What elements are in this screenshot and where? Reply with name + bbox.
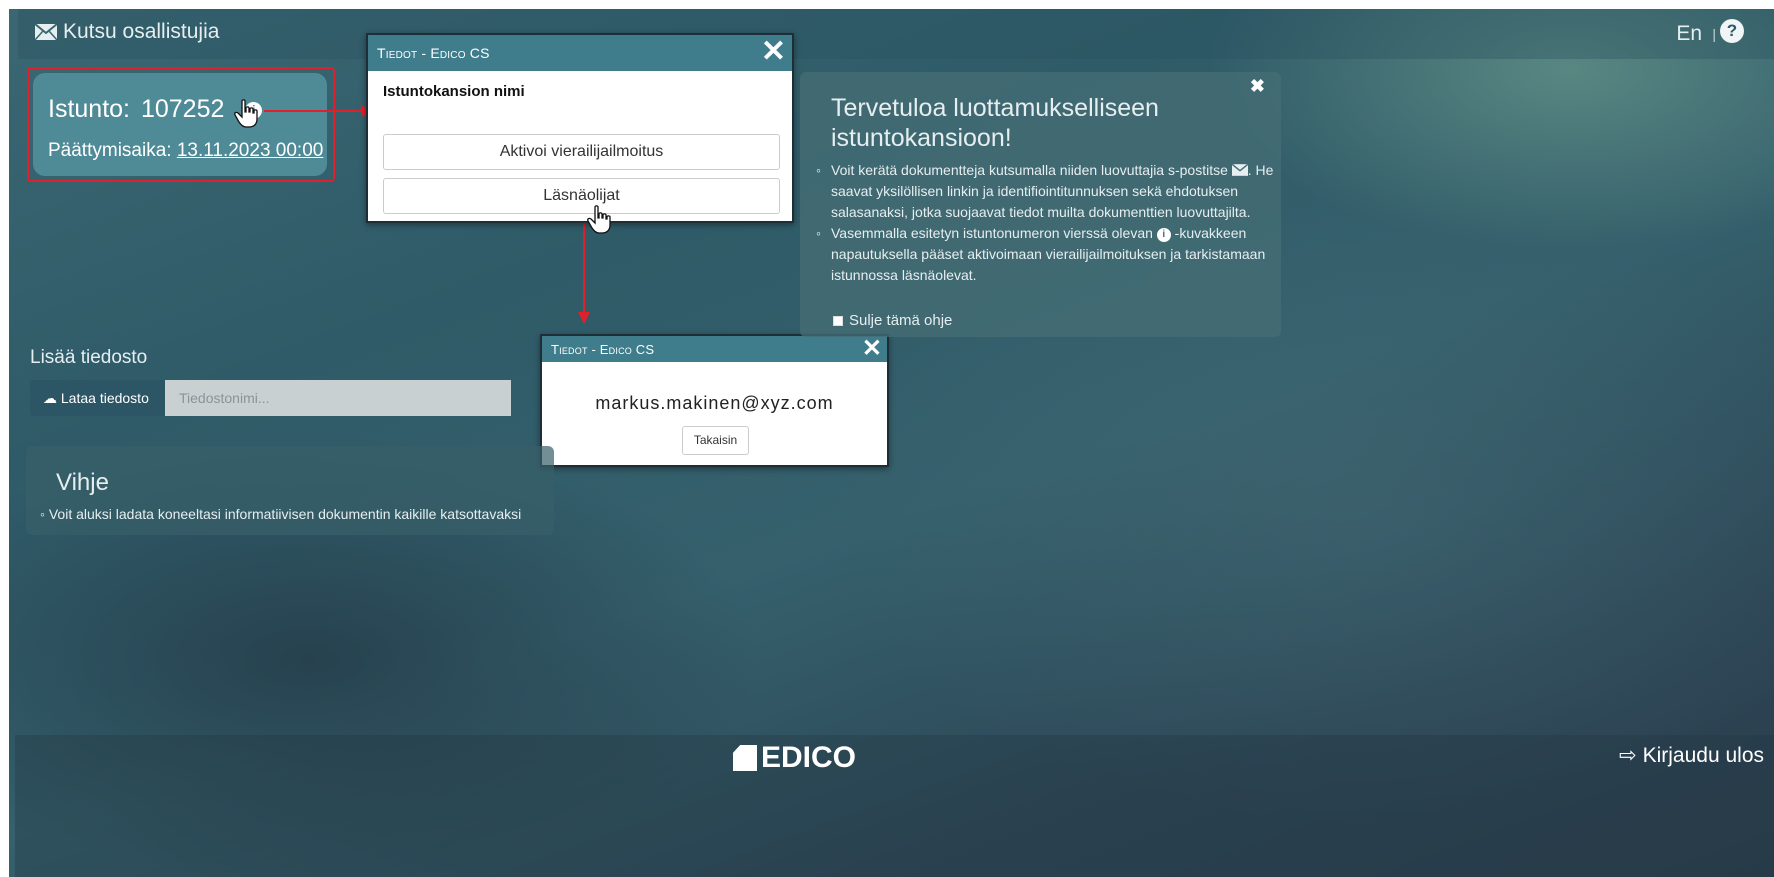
list-item: Vasemmalla esitetyn istuntonumeron viers… [816,223,1276,286]
language-switch[interactable]: En [1676,22,1702,46]
session-expiry-line: Päättymisaika: 13.11.2023 00:00 [48,140,323,162]
edico-logo: EDICO [733,741,856,775]
sign-out-icon: ⇨ [1618,744,1637,767]
logout-label: Kirjaudu ulos [1642,743,1764,767]
info-icon: i [1156,228,1171,242]
attendees-button[interactable]: Läsnäolijat [383,178,780,214]
hand-pointer-icon-2 [587,205,611,234]
session-card: Istunto: 107252 i Päättymisaika: 13.11.2… [33,73,327,176]
filename-input[interactable]: Tiedostonimi... [165,380,511,416]
envelope-icon [1231,163,1249,176]
app-title: Kutsu osallistujia [63,20,220,43]
invite-participants-link[interactable]: Kutsu osallistujia [35,20,219,44]
cloud-upload-icon: ☁ [43,390,57,406]
session-number: 107252 [140,95,225,123]
app-background: Kutsu osallistujia En | ? Istunto: 10725… [9,9,1774,877]
add-file-heading: Lisää tiedosto [30,347,148,368]
footer: EDICO ⇨ Kirjaudu ulos [15,735,1774,877]
welcome-panel: ✖ Tervetuloa luottamukselliseen istuntok… [800,72,1281,337]
activate-visitor-notice-button[interactable]: Aktivoi vierailijailmoitus [383,134,780,170]
expiry-date-link[interactable]: 13.11.2023 00:00 [177,140,324,161]
attendee-email: markus.makinen@xyz.com [595,393,834,413]
hint-title: Vihje [56,469,109,496]
red-arrow-vertical [583,209,585,314]
help-icon[interactable]: ? [1720,19,1744,43]
close-guide-label: Sulje tämä ohje [849,312,953,329]
close-icon[interactable]: ✕ [761,35,786,69]
upload-file-button[interactable]: ☁ Lataa tiedosto [30,380,165,416]
header-separator: | [1712,26,1716,42]
top-bar: Kutsu osallistujia En | ? [18,9,1774,59]
close-guide-checkbox[interactable] [833,315,843,326]
envelope-icon [35,24,57,40]
logo-text: EDICO [761,741,857,774]
session-number-line: Istunto: 107252 i [48,95,263,124]
hand-pointer-icon [234,99,258,128]
dialog-title: Tiedot - Edico CS [377,45,490,61]
folder-name-label: Istuntokansion nimi [383,83,525,100]
back-button[interactable]: Takaisin [682,426,749,455]
hint-text-content: Voit aluksi ladata koneeltasi informatii… [48,506,522,522]
list-item-text: Vasemmalla esitetyn istuntonumeron viers… [831,225,1157,241]
red-arrow-horizontal [264,110,364,112]
dialog-title: Tiedot - Edico CS [551,342,655,357]
welcome-list: Voit kerätä dokumentteja kutsumalla niid… [816,160,1276,286]
close-icon[interactable]: ✕ [862,336,882,362]
welcome-title: Tervetuloa luottamukselliseen istuntokan… [831,94,1159,152]
info-dialog: Tiedot - Edico CS ✕ Istuntokansion nimi … [366,33,794,223]
red-arrow-vertical-head [578,312,590,324]
close-icon[interactable]: ✖ [1250,76,1265,97]
hint-panel: Vihje ◦ Voit aluksi ladata koneeltasi in… [26,446,554,535]
dialog-header: Tiedot - Edico CS ✕ [368,35,792,71]
attendees-dialog: Tiedot - Edico CS ✕ markus.makinen@xyz.c… [540,334,889,467]
expiry-label: Päättymisaika: [48,140,172,161]
upload-button-label: Lataa tiedosto [60,390,149,406]
list-item-text: Voit kerätä dokumentteja kutsumalla niid… [831,162,1232,178]
session-label: Istunto: [48,95,130,123]
close-guide-checkbox-row[interactable]: Sulje tämä ohje [833,312,952,329]
logout-link[interactable]: ⇨ Kirjaudu ulos [1619,743,1764,768]
dialog-header: Tiedot - Edico CS ✕ [542,336,887,362]
logo-mark-icon [733,745,757,771]
hint-text: ◦ Voit aluksi ladata koneeltasi informat… [40,506,522,522]
list-item: Voit kerätä dokumentteja kutsumalla niid… [816,160,1276,223]
